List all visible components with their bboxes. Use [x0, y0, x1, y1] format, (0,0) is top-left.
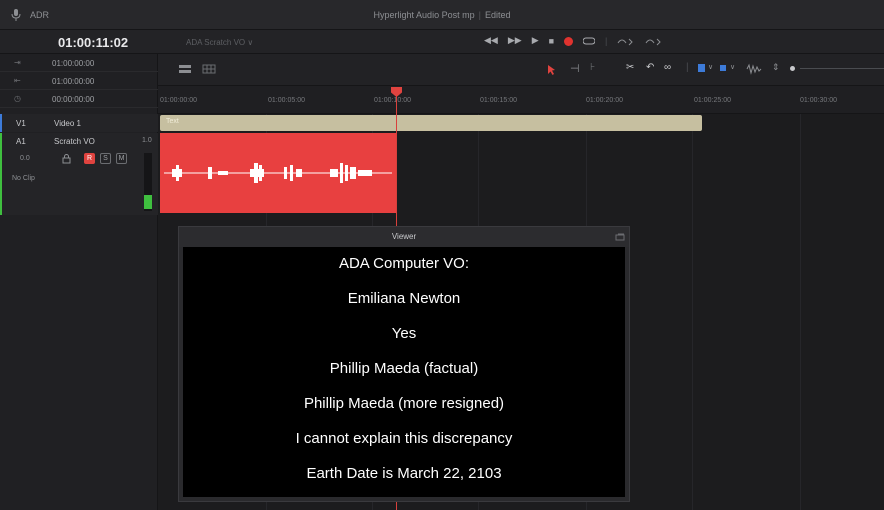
grid-view-icon[interactable] — [202, 64, 216, 74]
undock-icon[interactable] — [615, 233, 625, 241]
in-point-icon: ⇥ — [14, 58, 21, 67]
ruler-tick: 01:00:15:00 — [480, 97, 517, 104]
subtitle-line: Phillip Maeda (more resigned) — [303, 395, 505, 412]
audio-waveform — [164, 163, 392, 183]
scissors-icon[interactable]: ✂ — [626, 62, 634, 73]
single-view-icon[interactable] — [178, 64, 192, 74]
duration-value: 00:00:00:00 — [52, 95, 95, 104]
waveform-zoom-icon[interactable] — [746, 63, 762, 75]
level-meter — [144, 153, 152, 211]
record-arm-button[interactable]: R — [84, 153, 95, 164]
zoom-slider-handle[interactable] — [790, 66, 795, 71]
divider: | — [605, 35, 608, 46]
text-clip-label: Text — [166, 118, 179, 125]
out-point-value: 01:00:00:00 — [52, 77, 95, 86]
duration-row[interactable]: ◷ 00:00:00:00 — [0, 90, 158, 108]
transport-bar: 01:00:11:02 ADA Scratch VO ∨ ◀◀ ▶▶ ▶ ■ | — [0, 30, 884, 54]
link-icon[interactable]: ∞ — [664, 62, 671, 73]
volume-value[interactable]: 0.0 — [20, 155, 30, 162]
mute-button[interactable]: M — [116, 153, 127, 164]
timeline-toolbar: ⊣ ⊦ ✂ ↶ ∞ | ∨ ∨ ⇕ — [158, 54, 884, 86]
timeline-gridline — [692, 114, 693, 510]
in-point-row[interactable]: ⇥ 01:00:00:00 — [0, 54, 158, 72]
audio-track-level: 1.0 — [142, 137, 152, 144]
subtitle-line: I cannot explain this discrepancy — [295, 430, 513, 447]
ruler-tick: 01:00:30:00 — [800, 97, 837, 104]
pointer-tool-icon[interactable] — [546, 64, 556, 76]
flag-dropdown-icon[interactable]: ∨ — [708, 63, 713, 71]
snap-icon[interactable]: ↶ — [646, 62, 654, 73]
transport-controls: ◀◀ ▶▶ ▶ ■ | — [484, 35, 663, 46]
ruler-tick: 01:00:00:00 — [160, 97, 197, 104]
viewer-window: Viewer ADA Computer VO: Emiliana Newton … — [178, 226, 630, 502]
audio-clip[interactable] — [160, 133, 396, 213]
audio-input-icon[interactable] — [645, 36, 663, 46]
fast-forward-icon[interactable]: ▶▶ — [508, 35, 522, 46]
out-point-row[interactable]: ⇤ 01:00:00:00 — [0, 72, 158, 90]
trim-tool-icon[interactable]: ⊣ — [570, 62, 580, 75]
audio-monitor-icon[interactable] — [617, 36, 635, 46]
viewer-title: Viewer — [179, 227, 629, 247]
left-panel: ⇥ 01:00:00:00 ⇤ 01:00:00:00 ◷ 00:00:00:0… — [0, 54, 158, 510]
flag-icon[interactable] — [698, 64, 705, 72]
loop-icon[interactable] — [583, 36, 596, 46]
divider: | — [686, 62, 689, 73]
ruler-tick: 01:00:25:00 — [694, 97, 731, 104]
edit-status: Edited — [484, 10, 511, 20]
project-name: Hyperlight Audio Post mp — [373, 10, 475, 20]
subtitle-line: Earth Date is March 22, 2103 — [306, 465, 502, 482]
audio-track-header[interactable]: A1 Scratch VO 1.0 0.0 R S M No Clip — [0, 133, 158, 215]
ruler-tick: 01:00:20:00 — [586, 97, 623, 104]
ruler-tick: 01:00:05:00 — [268, 97, 305, 104]
title-bar: ADR Hyperlight Audio Post mp | Edited — [0, 0, 884, 30]
in-point-value: 01:00:00:00 — [52, 59, 95, 68]
zoom-icon[interactable]: ⇕ — [772, 62, 780, 73]
play-icon[interactable]: ▶ — [532, 35, 539, 46]
subtitle-line: Yes — [391, 325, 417, 342]
video-track-name: Video 1 — [54, 119, 81, 128]
duration-icon: ◷ — [14, 94, 21, 103]
audio-track-id: A1 — [16, 137, 26, 146]
video-track-id: V1 — [16, 119, 26, 128]
subtitle-line: Phillip Maeda (factual) — [329, 360, 479, 377]
timecode-display: 01:00:11:02 — [58, 35, 129, 50]
timeline-ruler[interactable]: 01:00:00:00 01:00:05:00 01:00:10:00 01:0… — [158, 86, 884, 114]
zoom-slider-track[interactable] — [800, 68, 884, 69]
solo-button[interactable]: S — [100, 153, 111, 164]
level-meter-fill — [144, 195, 152, 209]
subtitle-line: ADA Computer VO: — [338, 255, 470, 272]
clip-status: No Clip — [12, 175, 35, 182]
record-button[interactable] — [564, 37, 574, 46]
lock-icon[interactable] — [62, 154, 71, 164]
timeline-gridline — [800, 114, 801, 510]
video-track-header[interactable]: V1 Video 1 — [0, 114, 158, 132]
blade-dropdown-icon[interactable]: ⊦ — [590, 62, 595, 73]
viewer-screen: ADA Computer VO: Emiliana Newton Yes Phi… — [183, 247, 625, 497]
stop-icon[interactable]: ■ — [549, 36, 554, 46]
out-point-icon: ⇤ — [14, 76, 21, 85]
ruler-tick: 01:00:10:00 — [374, 97, 411, 104]
subtitle-line: Emiliana Newton — [347, 290, 461, 307]
text-clip[interactable]: Text — [160, 115, 702, 131]
rewind-icon[interactable]: ◀◀ — [484, 35, 498, 46]
marker-icon[interactable] — [720, 65, 726, 71]
marker-dropdown-icon[interactable]: ∨ — [730, 63, 735, 71]
track-dropdown[interactable]: ADA Scratch VO ∨ — [186, 38, 253, 47]
audio-track-name: Scratch VO — [54, 137, 95, 146]
project-title: Hyperlight Audio Post mp | Edited — [373, 10, 511, 20]
